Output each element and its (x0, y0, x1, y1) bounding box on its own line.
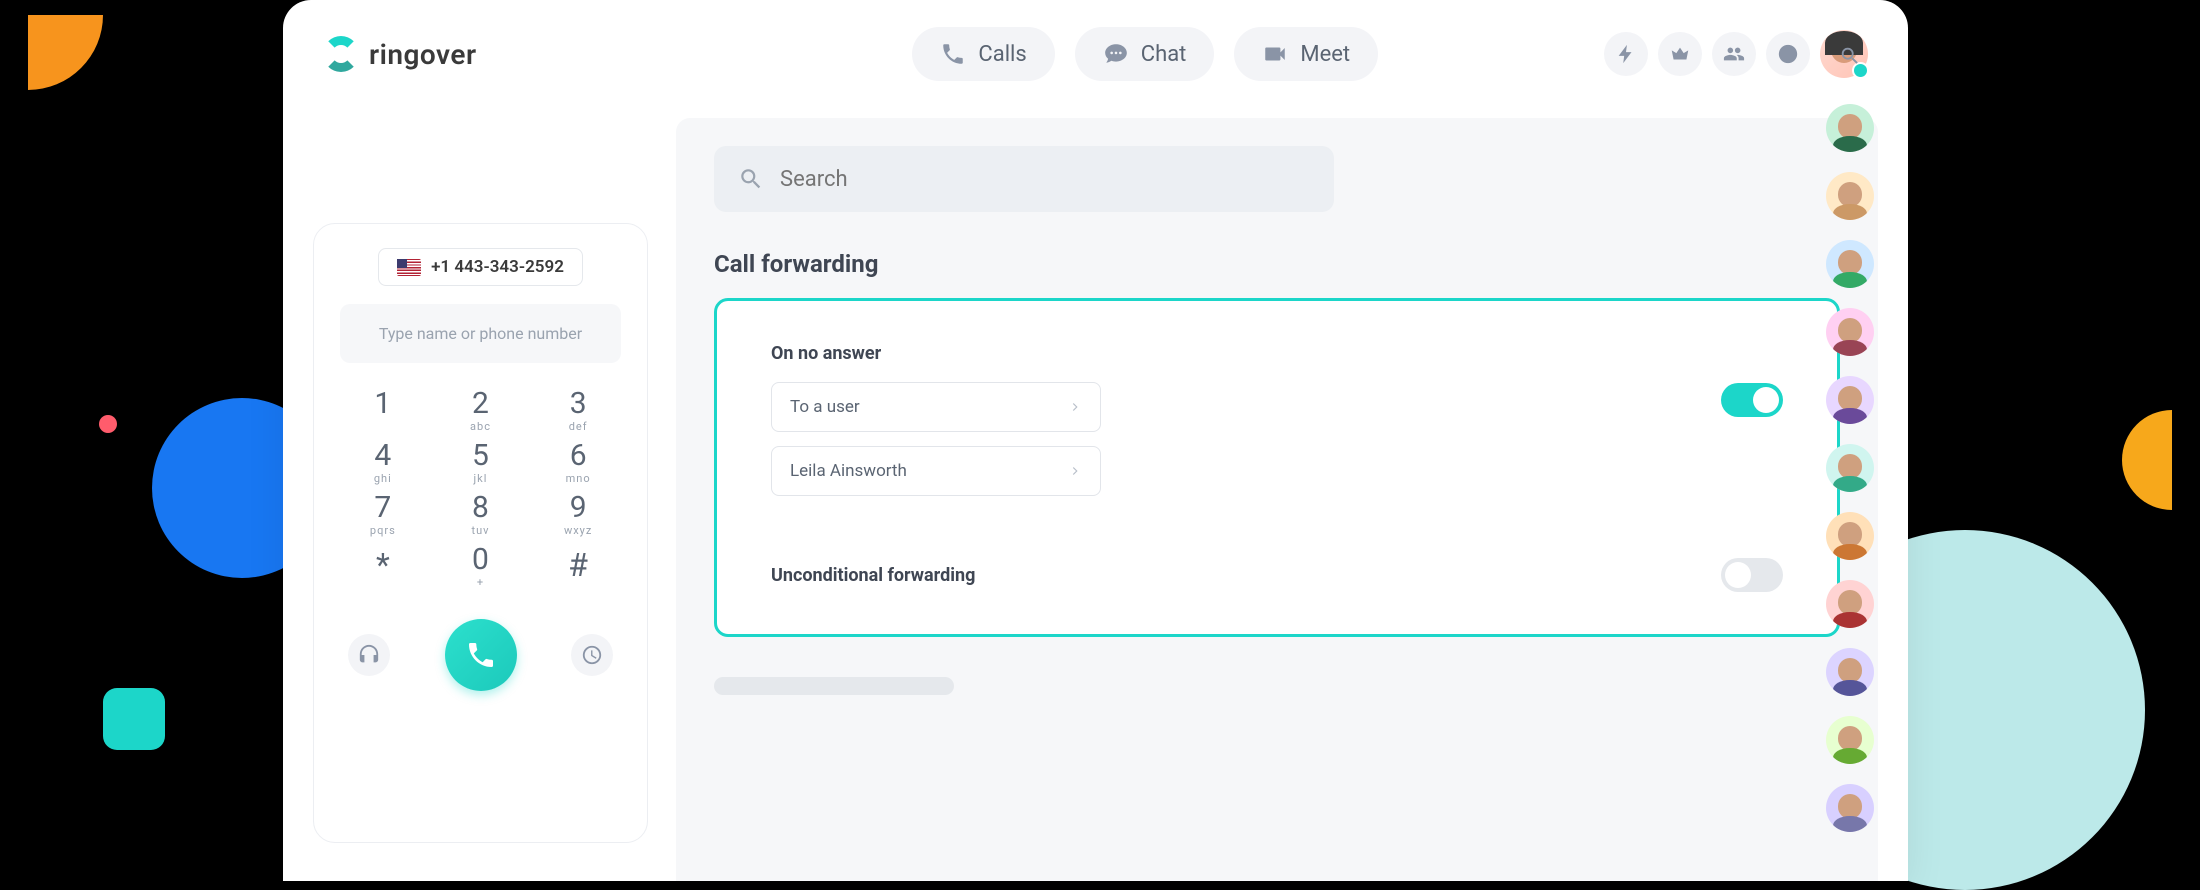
chart-button[interactable] (1766, 32, 1810, 76)
on-no-answer-toggle[interactable] (1721, 383, 1783, 417)
nav-meet-label: Meet (1300, 42, 1350, 67)
sidebar-search-button[interactable] (1834, 40, 1866, 72)
contact-avatar[interactable] (1826, 580, 1874, 628)
contact-avatar[interactable] (1826, 784, 1874, 832)
phone-icon (465, 639, 497, 671)
keypad-key-0[interactable]: 0+ (446, 543, 516, 601)
section-title: Call forwarding (714, 250, 1840, 278)
forward-type-select[interactable]: To a user (771, 382, 1101, 432)
current-number: +1 443-343-2592 (431, 257, 564, 277)
keypad-key-*[interactable]: * (348, 543, 418, 601)
current-number-chip[interactable]: +1 443-343-2592 (378, 248, 583, 286)
brand-name: ringover (369, 38, 477, 71)
settings-search-input[interactable] (780, 167, 1310, 192)
deco-shape (103, 688, 165, 750)
keypad-key-9[interactable]: 9wxyz (543, 491, 613, 537)
forward-user-value: Leila Ainsworth (790, 461, 907, 481)
crown-icon (1669, 43, 1691, 65)
unconditional-toggle[interactable] (1721, 558, 1783, 592)
forward-user-select[interactable]: Leila Ainsworth (771, 446, 1101, 496)
main-content: Call forwarding On no answer To a user L… (676, 118, 1878, 881)
contact-avatar[interactable] (1826, 308, 1874, 356)
call-forwarding-card: On no answer To a user Leila Ainsworth U (714, 298, 1840, 637)
headset-button[interactable] (348, 634, 390, 676)
keypad-key-4[interactable]: 4ghi (348, 439, 418, 485)
people-icon (1723, 43, 1745, 65)
settings-search[interactable] (714, 146, 1334, 212)
call-button[interactable] (445, 619, 517, 691)
nav-calls[interactable]: Calls (912, 27, 1054, 81)
chevron-right-icon (1068, 464, 1082, 478)
app-header: ringover Calls Chat Meet (283, 0, 1908, 108)
headset-icon (358, 644, 380, 666)
loading-placeholder (714, 677, 954, 695)
chevron-right-icon (1068, 400, 1082, 414)
app-window: ringover Calls Chat Meet (283, 0, 1908, 881)
contact-avatar[interactable] (1826, 240, 1874, 288)
bolt-icon (1615, 43, 1637, 65)
deco-shape (2122, 410, 2172, 510)
keypad-key-8[interactable]: 8tuv (446, 491, 516, 537)
keypad-key-5[interactable]: 5jkl (446, 439, 516, 485)
keypad: 1 2abc 3def 4ghi 5jkl 6mno 7pqrs 8tuv 9wxyz * 0+… (340, 387, 621, 601)
unconditional-label: Unconditional forwarding (771, 565, 975, 586)
deco-shape (99, 415, 117, 433)
brand-logo[interactable]: ringover (323, 36, 477, 72)
contacts-sidebar (1822, 40, 1878, 832)
us-flag-icon (397, 259, 421, 276)
video-icon (1262, 41, 1288, 67)
bolt-button[interactable] (1604, 32, 1648, 76)
dialer-panel: +1 443-343-2592 Type name or phone numbe… (313, 223, 648, 843)
logo-icon (323, 36, 359, 72)
contact-avatar[interactable] (1826, 172, 1874, 220)
snooze-button[interactable] (571, 634, 613, 676)
nav-meet[interactable]: Meet (1234, 27, 1378, 81)
forward-type-value: To a user (790, 397, 860, 417)
chart-icon (1777, 43, 1799, 65)
keypad-key-1[interactable]: 1 (348, 387, 418, 433)
on-no-answer-label: On no answer (771, 343, 1101, 364)
keypad-key-7[interactable]: 7pqrs (348, 491, 418, 537)
main-nav: Calls Chat Meet (702, 27, 1378, 81)
search-icon (738, 166, 764, 192)
keypad-key-6[interactable]: 6mno (543, 439, 613, 485)
deco-shape (28, 15, 103, 90)
contact-avatar[interactable] (1826, 376, 1874, 424)
nav-calls-label: Calls (978, 42, 1026, 67)
search-icon (1839, 45, 1861, 67)
contact-avatar[interactable] (1826, 512, 1874, 560)
keypad-key-3[interactable]: 3def (543, 387, 613, 433)
crown-button[interactable] (1658, 32, 1702, 76)
contact-avatar[interactable] (1826, 444, 1874, 492)
keypad-key-2[interactable]: 2abc (446, 387, 516, 433)
nav-chat-label: Chat (1141, 42, 1187, 67)
contact-avatar[interactable] (1826, 104, 1874, 152)
chat-icon (1103, 41, 1129, 67)
clock-icon (581, 644, 603, 666)
contact-avatar[interactable] (1826, 716, 1874, 764)
phone-icon (940, 41, 966, 67)
contact-avatar[interactable] (1826, 648, 1874, 696)
dial-input[interactable]: Type name or phone number (340, 304, 621, 363)
keypad-key-#[interactable]: # (543, 543, 613, 601)
people-button[interactable] (1712, 32, 1756, 76)
nav-chat[interactable]: Chat (1075, 27, 1215, 81)
